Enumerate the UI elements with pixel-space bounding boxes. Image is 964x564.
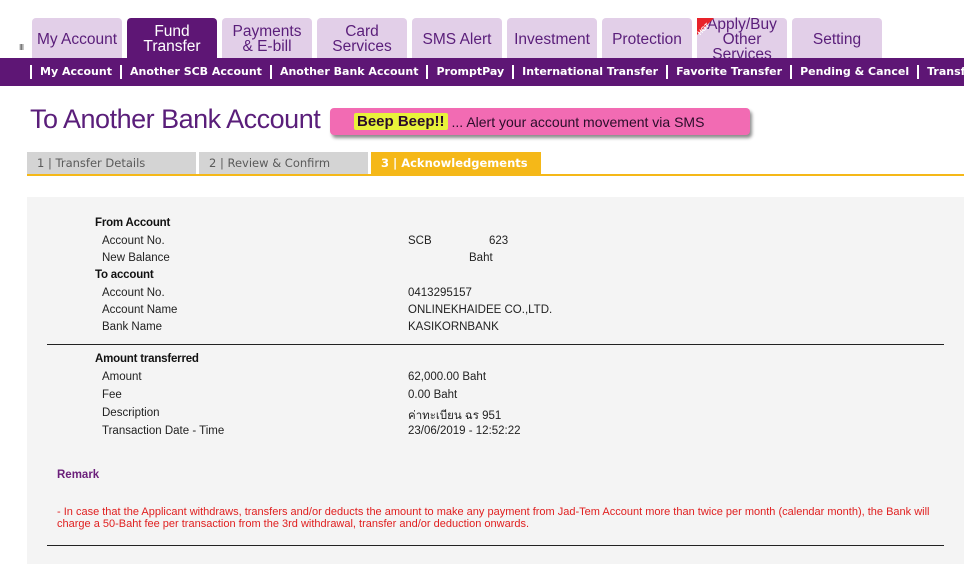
section-divider [47, 344, 944, 345]
description-value: ค่าทะเบียน ฉร 951 [408, 410, 502, 422]
progress-steps: 1 | Transfer Details 2 | Review & Confir… [27, 152, 964, 176]
to-account-no-value: 0413295157 [408, 287, 472, 299]
step-acknowledgements: 3 | Acknowledgements [371, 152, 541, 174]
amount-label: Amount [102, 371, 142, 383]
tab-protection[interactable]: Protection [602, 18, 692, 58]
sms-alert-promo-banner[interactable]: Beep Beep!! ... Alert your account movem… [330, 108, 750, 135]
tab-setting[interactable]: Setting [792, 18, 882, 58]
fee-value: 0.00 Baht [408, 389, 458, 401]
tab-fund-transfer[interactable]: Fund Transfer [127, 18, 217, 58]
tab-label: Setting [812, 30, 862, 48]
subnav-promptpay[interactable]: PromptPay [426, 65, 512, 79]
hot-badge-text: HOT [697, 22, 712, 37]
tab-payments-ebill[interactable]: Payments & E-bill [222, 18, 312, 58]
promo-highlight: Beep Beep!! [354, 113, 448, 130]
step-review-confirm: 2 | Review & Confirm [199, 152, 368, 174]
transaction-datetime-label: Transaction Date - Time [102, 425, 225, 437]
tab-my-account[interactable]: My Account [32, 18, 122, 58]
account-name-value: ONLINEKHAIDEE CO.,LTD. [408, 304, 553, 316]
tab-label: Payments & E-bill [232, 23, 302, 55]
amount-transferred-heading: Amount transferred [95, 353, 199, 365]
new-balance-label: New Balance [102, 252, 170, 264]
fee-label: Fee [102, 389, 122, 401]
from-account-no-suffix: 623 [489, 235, 509, 247]
tab-card-services[interactable]: Card Services [317, 18, 407, 58]
tab-label: Card Services [332, 23, 392, 55]
tab-label: SMS Alert [422, 30, 492, 48]
subnav-pending-cancel[interactable]: Pending & Cancel [790, 65, 917, 79]
tab-sms-alert[interactable]: SMS Alert [412, 18, 502, 58]
from-account-no-bank: SCB [408, 235, 432, 247]
tab-label: My Account [36, 30, 118, 48]
remark-text: - In case that the Applicant withdraws, … [57, 506, 930, 530]
tab-label: Investment [514, 30, 590, 48]
to-account-heading: To account [95, 269, 154, 281]
from-account-heading: From Account [95, 217, 171, 229]
menu-grip-icon[interactable]: III [19, 43, 27, 52]
step-transfer-details: 1 | Transfer Details [27, 152, 196, 174]
acknowledgement-panel: From Account Account No. SCB 623 New Bal… [27, 197, 964, 564]
tab-investment[interactable]: Investment [507, 18, 597, 58]
subnav-my-account[interactable]: My Account [30, 65, 120, 79]
tab-label: Fund Transfer [143, 23, 201, 55]
subnav-another-scb-account[interactable]: Another SCB Account [119, 65, 270, 79]
description-label: Description [102, 407, 160, 419]
new-balance-unit: Baht [469, 252, 493, 264]
sub-navigation-bar: My Account Another SCB Account Another B… [0, 58, 964, 86]
top-tab-bar: III My Account Fund Transfer Payments & … [0, 0, 964, 62]
remark-title: Remark [57, 469, 100, 481]
tab-label: Protection [612, 30, 682, 48]
from-account-no-label: Account No. [102, 235, 165, 247]
page-title: To Another Bank Account [30, 104, 321, 134]
bank-name-label: Bank Name [102, 321, 163, 333]
hot-badge-icon: HOT [697, 18, 721, 42]
promo-text: ... Alert your account movement via SMS [451, 113, 705, 130]
subnav-another-bank-account[interactable]: Another Bank Account [269, 65, 427, 79]
transaction-datetime-value: 23/06/2019 - 12:52:22 [408, 425, 521, 437]
subnav-international-transfer[interactable]: International Transfer [512, 65, 666, 79]
to-account-no-label: Account No. [102, 287, 165, 299]
subnav-transfer-history[interactable]: Transfer History [917, 65, 964, 79]
account-name-label: Account Name [102, 304, 178, 316]
tab-apply-buy-other-services[interactable]: HOT Apply/Buy Other Services [697, 16, 787, 62]
bottom-divider [47, 545, 944, 546]
amount-value: 62,000.00 Baht [408, 371, 487, 383]
subnav-favorite-transfer[interactable]: Favorite Transfer [666, 65, 790, 79]
bank-name-value: KASIKORNBANK [408, 321, 499, 333]
